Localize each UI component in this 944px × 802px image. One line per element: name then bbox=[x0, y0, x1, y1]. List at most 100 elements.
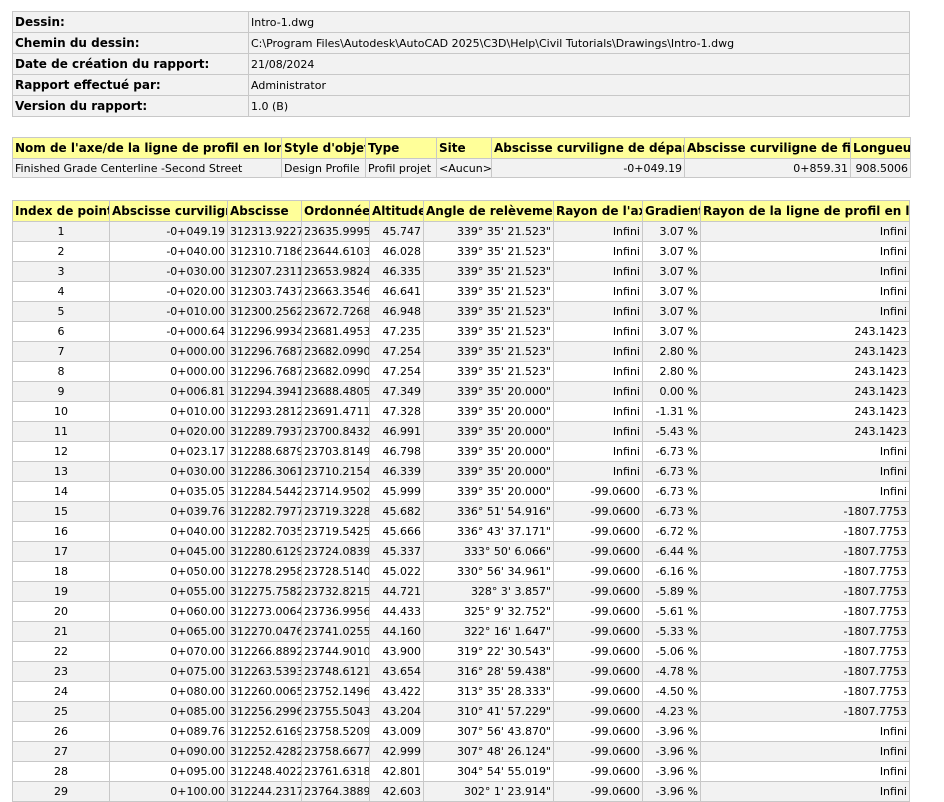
table-cell: 9 bbox=[12, 381, 110, 402]
report-info-label: Dessin: bbox=[12, 11, 249, 33]
table-cell: 23758.6677 bbox=[301, 741, 370, 762]
table-cell: -99.0600 bbox=[553, 761, 643, 782]
table-cell: 46.798 bbox=[369, 441, 424, 462]
table-cell: -6.73 % bbox=[642, 481, 701, 502]
table-row: 17 0+045.00 312280.6129 23724.0839 45.337 333… bbox=[12, 541, 910, 562]
table-cell: 0+045.00 bbox=[109, 541, 228, 562]
table-cell: 312278.2958 bbox=[227, 561, 302, 582]
table-row: 19 0+055.00 312275.7582 23732.8215 44.721 328… bbox=[12, 581, 910, 602]
table-cell: -99.0600 bbox=[553, 741, 643, 762]
table-cell: 312284.5442 bbox=[227, 481, 302, 502]
table-cell: -5.89 % bbox=[642, 581, 701, 602]
table-row: 18 0+050.00 312278.2958 23728.5140 45.022 330… bbox=[12, 561, 910, 582]
table-cell: 47.328 bbox=[369, 401, 424, 422]
table-cell: 3.07 % bbox=[642, 321, 701, 342]
table-cell: 23755.5043 bbox=[301, 701, 370, 722]
report-info-value: Administrator bbox=[248, 74, 910, 96]
table-cell: 0+010.00 bbox=[109, 401, 228, 422]
alignment-column-header: Site bbox=[436, 137, 492, 159]
table-cell: 312280.6129 bbox=[227, 541, 302, 562]
table-cell: 23741.0255 bbox=[301, 621, 370, 642]
table-row: 1 -0+049.19 312313.9227 23635.9995 45.747 339… bbox=[12, 221, 910, 242]
table-cell: 23672.7268 bbox=[301, 301, 370, 322]
table-cell: 0+006.81 bbox=[109, 381, 228, 402]
table-cell: Infini bbox=[553, 341, 643, 362]
table-cell: 312300.2562 bbox=[227, 301, 302, 322]
table-cell: 19 bbox=[12, 581, 110, 602]
table-row: 12 0+023.17 312288.6879 23703.8149 46.798 339… bbox=[12, 441, 910, 462]
table-cell: Infini bbox=[553, 441, 643, 462]
table-cell: 2 bbox=[12, 241, 110, 262]
table-cell: Infini bbox=[700, 441, 910, 462]
alignment-column-header: Nom de l'axe/de la ligne de profil en lo… bbox=[12, 137, 282, 159]
table-cell: 243.1423 bbox=[700, 381, 910, 402]
report-info-label: Date de création du rapport: bbox=[12, 53, 249, 75]
table-cell: 312275.7582 bbox=[227, 581, 302, 602]
table-row: 13 0+030.00 312286.3061 23710.2154 46.339 339… bbox=[12, 461, 910, 482]
table-cell: -99.0600 bbox=[553, 681, 643, 702]
table-cell: Infini bbox=[553, 261, 643, 282]
table-cell: Infini bbox=[553, 361, 643, 382]
table-cell: 312256.2996 bbox=[227, 701, 302, 722]
table-cell: -5.06 % bbox=[642, 641, 701, 662]
table-cell: 339° 35' 21.523" bbox=[423, 281, 554, 302]
table-cell: 6 bbox=[12, 321, 110, 342]
table-cell: 339° 35' 21.523" bbox=[423, 301, 554, 322]
table-cell: 0+055.00 bbox=[109, 581, 228, 602]
table-cell: 312273.0064 bbox=[227, 601, 302, 622]
table-cell: 339° 35' 21.523" bbox=[423, 321, 554, 342]
table-cell: 28 bbox=[12, 761, 110, 782]
table-cell: 29 bbox=[12, 781, 110, 802]
table-cell: 325° 9' 32.752" bbox=[423, 601, 554, 622]
table-cell: 312296.9934 bbox=[227, 321, 302, 342]
table-cell: 23682.0990 bbox=[301, 341, 370, 362]
table-cell: 23752.1496 bbox=[301, 681, 370, 702]
table-cell: -1807.7753 bbox=[700, 501, 910, 522]
alignment-header-row: Nom de l'axe/de la ligne de profil en lo… bbox=[12, 137, 911, 159]
table-cell: 20 bbox=[12, 601, 110, 622]
table-cell: 322° 16' 1.647" bbox=[423, 621, 554, 642]
table-cell: 18 bbox=[12, 561, 110, 582]
table-cell: 0+000.00 bbox=[109, 361, 228, 382]
table-cell: 5 bbox=[12, 301, 110, 322]
table-cell: -99.0600 bbox=[553, 721, 643, 742]
table-cell: -1807.7753 bbox=[700, 581, 910, 602]
points-column-header: Rayon de la ligne de profil en long bbox=[700, 200, 910, 222]
table-cell: 23700.8432 bbox=[301, 421, 370, 442]
table-cell: 42.603 bbox=[369, 781, 424, 802]
table-row: 2 -0+040.00 312310.7186 23644.6103 46.028 339… bbox=[12, 241, 910, 262]
table-cell: -99.0600 bbox=[553, 481, 643, 502]
table-cell: Infini bbox=[700, 301, 910, 322]
table-cell: 23719.3228 bbox=[301, 501, 370, 522]
table-cell: -4.78 % bbox=[642, 661, 701, 682]
table-cell: -5.33 % bbox=[642, 621, 701, 642]
report-info-label: Rapport effectué par: bbox=[12, 74, 249, 96]
table-cell: 23761.6318 bbox=[301, 761, 370, 782]
table-cell: Infini bbox=[700, 761, 910, 782]
table-cell: 23724.0839 bbox=[301, 541, 370, 562]
table-cell: 0+070.00 bbox=[109, 641, 228, 662]
table-cell: 15 bbox=[12, 501, 110, 522]
table-row: 22 0+070.00 312266.8892 23744.9010 43.900 319… bbox=[12, 641, 910, 662]
table-row: 21 0+065.00 312270.0476 23741.0255 44.160 322… bbox=[12, 621, 910, 642]
table-cell: 46.948 bbox=[369, 301, 424, 322]
table-cell: 23728.5140 bbox=[301, 561, 370, 582]
table-cell: 23681.4953 bbox=[301, 321, 370, 342]
table-cell: -0+000.64 bbox=[109, 321, 228, 342]
report-info-table: Dessin: Intro-1.dwg Chemin du dessin: C:\Pr… bbox=[12, 11, 910, 117]
table-cell: 339° 35' 21.523" bbox=[423, 341, 554, 362]
table-cell: -1807.7753 bbox=[700, 561, 910, 582]
alignment-cell: 0+859.31 bbox=[684, 158, 851, 178]
table-cell: 43.009 bbox=[369, 721, 424, 742]
table-cell: 46.335 bbox=[369, 261, 424, 282]
table-cell: 47.254 bbox=[369, 361, 424, 382]
table-cell: 25 bbox=[12, 701, 110, 722]
table-cell: 23714.9502 bbox=[301, 481, 370, 502]
table-cell: 336° 43' 37.171" bbox=[423, 521, 554, 542]
table-cell: -99.0600 bbox=[553, 561, 643, 582]
table-cell: 4 bbox=[12, 281, 110, 302]
table-cell: 312248.4022 bbox=[227, 761, 302, 782]
table-cell: 0+030.00 bbox=[109, 461, 228, 482]
table-row: 8 0+000.00 312296.7687 23682.0990 47.254 339°… bbox=[12, 361, 910, 382]
table-cell: 312307.2311 bbox=[227, 261, 302, 282]
